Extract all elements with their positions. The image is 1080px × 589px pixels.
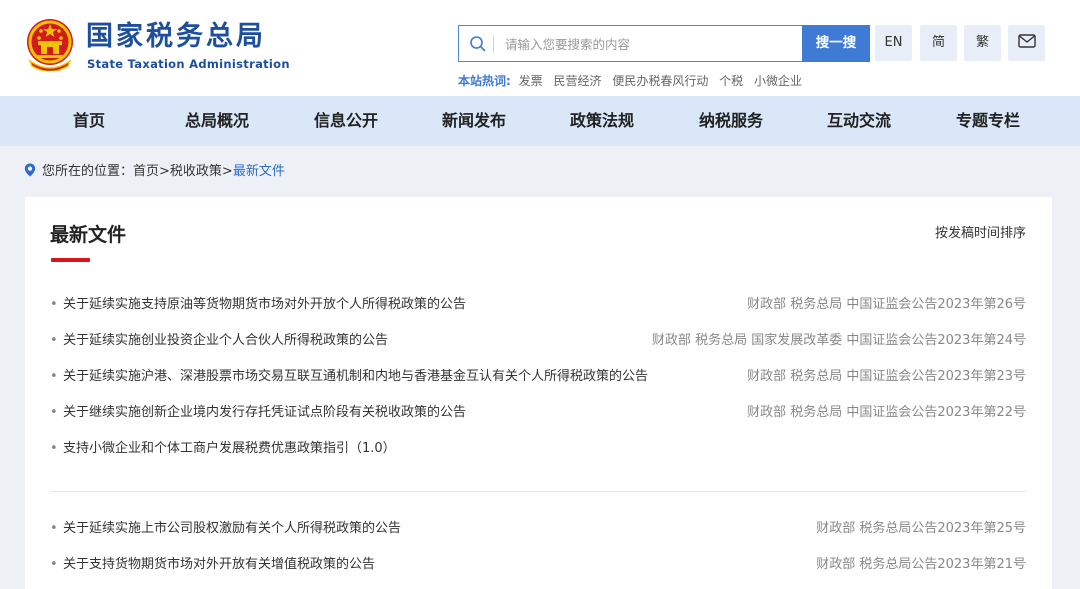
nav-item-news[interactable]: 新闻发布: [424, 96, 524, 146]
document-title-link[interactable]: 关于继续实施创新企业境内发行存托凭证试点阶段有关税收政策的公告: [63, 403, 466, 423]
document-number: 财政部 税务总局 中国证监会公告2023年第23号: [747, 369, 1026, 384]
hot-word-link[interactable]: 小微企业: [754, 74, 802, 88]
bullet: •: [50, 369, 58, 384]
search-button[interactable]: 搜一搜: [802, 25, 870, 62]
list-item[interactable]: • 关于延续实施支持原油等货物期货市场对外开放个人所得税政策的公告 财政部 税务…: [50, 295, 1026, 315]
traditional-chinese-button[interactable]: 繁: [964, 25, 1001, 61]
document-number: 财政部 税务总局公告2023年第21号: [816, 557, 1026, 572]
nav-item-info-disclosure[interactable]: 信息公开: [296, 96, 396, 146]
bullet: •: [50, 557, 58, 572]
breadcrumb: 您所在的位置：首页>税收政策>最新文件: [24, 163, 285, 180]
document-title-link[interactable]: 关于延续实施创业投资企业个人合伙人所得税政策的公告: [63, 331, 388, 351]
hot-word-link[interactable]: 发票: [519, 74, 543, 88]
page-title: 最新文件: [50, 224, 127, 246]
search-divider: [493, 35, 494, 53]
list-item[interactable]: • 关于延续实施上市公司股权激励有关个人所得税政策的公告 财政部 税务总局公告2…: [50, 519, 1026, 539]
national-emblem-icon[interactable]: [24, 17, 76, 71]
bullet: •: [50, 521, 58, 536]
mail-icon: [1017, 34, 1036, 48]
document-number: 财政部 税务总局 国家发展改革委 中国证监会公告2023年第24号: [651, 333, 1026, 348]
latest-documents-panel: 最新文件 按发稿时间排序 • 关于延续实施支持原油等货物期货市场对外开放个人所得…: [25, 197, 1052, 589]
list-item[interactable]: • 关于继续实施创新企业境内发行存托凭证试点阶段有关税收政策的公告 财政部 税务…: [50, 403, 1026, 423]
hot-words-label: 本站热词:: [458, 74, 511, 88]
bullet: •: [50, 441, 58, 456]
document-title-link[interactable]: 支持小微企业和个体工商户发展税费优惠政策指引（1.0）: [63, 439, 396, 459]
search-icon: [470, 36, 486, 52]
simplified-chinese-button[interactable]: 简: [920, 25, 957, 61]
document-title-link[interactable]: 关于延续实施上市公司股权激励有关个人所得税政策的公告: [63, 519, 401, 539]
site-header: 国家税务总局 State Taxation Administration 搜一搜…: [0, 0, 1080, 96]
hot-word-link[interactable]: 民营经济: [553, 74, 601, 88]
title-underline: [51, 258, 90, 262]
bullet: •: [50, 297, 58, 312]
site-logo-chinese[interactable]: 国家税务总局: [86, 20, 266, 54]
nav-item-home[interactable]: 首页: [39, 96, 139, 146]
list-item[interactable]: • 支持小微企业和个体工商户发展税费优惠政策指引（1.0）: [50, 439, 1026, 459]
bullet: •: [50, 333, 58, 348]
hot-word-link[interactable]: 个税: [719, 74, 743, 88]
main-navigation: 首页 总局概况 信息公开 新闻发布 政策法规 纳税服务 互动交流 专题专栏: [0, 96, 1080, 146]
sort-by-publish-time-button[interactable]: 按发稿时间排序: [935, 226, 1026, 242]
breadcrumb-prefix: 您所在的位置：: [42, 164, 134, 179]
list-item[interactable]: • 关于延续实施创业投资企业个人合伙人所得税政策的公告 财政部 税务总局 国家发…: [50, 331, 1026, 351]
document-title-link[interactable]: 关于支持货物期货市场对外开放有关增值税政策的公告: [63, 555, 375, 575]
hot-words: 本站热词: 发票 民营经济 便民办税春风行动 个税 小微企业: [458, 73, 809, 89]
hot-word-link[interactable]: 便民办税春风行动: [612, 74, 708, 88]
nav-item-policy[interactable]: 政策法规: [552, 96, 652, 146]
breadcrumb-current: 最新文件: [232, 164, 285, 179]
nav-item-tax-service[interactable]: 纳税服务: [681, 96, 781, 146]
nav-item-about[interactable]: 总局概况: [167, 96, 267, 146]
nav-item-special-topics[interactable]: 专题专栏: [938, 96, 1038, 146]
list-divider: [50, 491, 1026, 492]
english-version-button[interactable]: EN: [875, 25, 912, 61]
bullet: •: [50, 405, 58, 420]
breadcrumb-path[interactable]: 首页>税收政策>: [133, 164, 233, 179]
location-pin-icon: [24, 163, 36, 177]
site-logo-english[interactable]: State Taxation Administration: [87, 57, 290, 71]
document-number: 财政部 税务总局公告2023年第25号: [816, 521, 1026, 536]
nav-item-interaction[interactable]: 互动交流: [809, 96, 909, 146]
document-title-link[interactable]: 关于延续实施支持原油等货物期货市场对外开放个人所得税政策的公告: [63, 295, 466, 315]
list-item[interactable]: • 关于延续实施沪港、深港股票市场交易互联互通机制和内地与香港基金互认有关个人所…: [50, 367, 1026, 387]
document-title-link[interactable]: 关于延续实施沪港、深港股票市场交易互联互通机制和内地与香港基金互认有关个人所得税…: [63, 367, 648, 387]
document-number: 财政部 税务总局 中国证监会公告2023年第22号: [747, 405, 1026, 420]
document-number: 财政部 税务总局 中国证监会公告2023年第26号: [747, 297, 1026, 312]
mail-button[interactable]: [1008, 25, 1045, 61]
list-item[interactable]: • 关于支持货物期货市场对外开放有关增值税政策的公告 财政部 税务总局公告202…: [50, 555, 1026, 575]
search-input[interactable]: [503, 26, 803, 63]
search-bar: 搜一搜: [458, 25, 870, 63]
